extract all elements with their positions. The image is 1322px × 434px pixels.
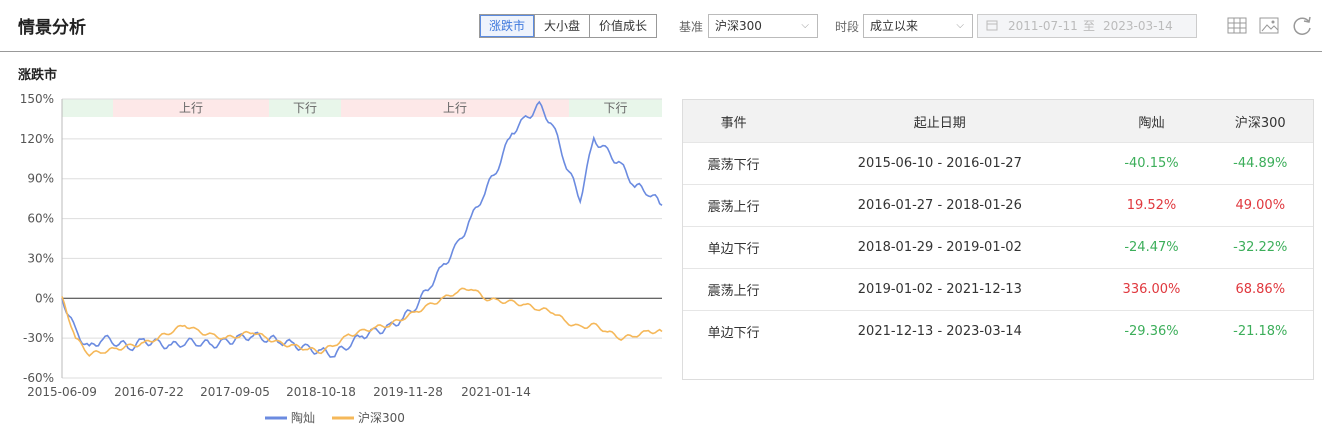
col-event: 事件: [683, 100, 785, 143]
y-tick-label: 0%: [35, 291, 54, 305]
cell-fund: -29.36%: [1095, 310, 1208, 352]
cell-date-range: 2015-06-10 - 2016-01-27: [784, 142, 1096, 185]
regime-band-label: 下行: [293, 101, 317, 115]
date-end[interactable]: 2023-03-14: [1103, 15, 1173, 37]
benchmark-label: 基准: [679, 20, 704, 34]
col-benchmark: 沪深300: [1207, 100, 1313, 143]
cell-benchmark: 68.86%: [1207, 268, 1313, 311]
table-header-row: 事件 起止日期 陶灿 沪深300: [683, 100, 1313, 143]
cell-benchmark: 49.00%: [1207, 184, 1313, 227]
x-tick-label: 2017-09-05: [200, 385, 270, 399]
y-tick-label: -30%: [23, 331, 54, 345]
x-tick-label: 2018-10-18: [286, 385, 356, 399]
cell-benchmark: -44.89%: [1207, 142, 1313, 185]
cell-fund: -24.47%: [1095, 226, 1208, 269]
y-tick-label: 90%: [27, 172, 54, 186]
cell-event: 震荡上行: [683, 184, 785, 227]
cell-date-range: 2021-12-13 - 2023-03-14: [784, 310, 1096, 352]
table-row: 震荡上行 2019-01-02 - 2021-12-13 336.00% 68.86%: [683, 268, 1313, 311]
cell-benchmark: -21.18%: [1207, 310, 1313, 352]
chevron-down-icon: ⌵: [956, 20, 964, 31]
cell-fund: 336.00%: [1095, 268, 1208, 311]
regime-band-label: 上行: [179, 101, 203, 115]
regime-band-label: 下行: [603, 101, 627, 115]
date-range-picker[interactable]: 2011-07-11 至 2023-03-14: [977, 14, 1197, 38]
cell-date-range: 2016-01-27 - 2018-01-26: [784, 184, 1096, 227]
date-separator: 至: [1083, 19, 1096, 33]
series-line-0: [61, 100, 663, 358]
cell-event: 单边下行: [683, 310, 785, 352]
table-export-icon[interactable]: [1226, 14, 1250, 38]
segment-value-growth[interactable]: 价值成长: [589, 15, 656, 37]
regime-band: [62, 99, 113, 117]
table-row: 单边下行 2021-12-13 - 2023-03-14 -29.36% -21.18…: [683, 310, 1313, 352]
cell-event: 单边下行: [683, 226, 785, 269]
col-date-range: 起止日期: [784, 100, 1096, 143]
x-tick-label: 2021-01-14: [461, 385, 531, 399]
regime-band-label: 上行: [443, 101, 467, 115]
x-tick-label: 2016-07-22: [114, 385, 184, 399]
image-export-icon[interactable]: [1258, 14, 1282, 38]
segment-size[interactable]: 大小盘: [534, 15, 589, 37]
y-tick-label: 30%: [27, 251, 54, 265]
y-tick-label: 150%: [20, 92, 54, 106]
benchmark-select[interactable]: 沪深300 ⌵: [708, 14, 818, 38]
table-row: 震荡上行 2016-01-27 - 2018-01-26 19.52% 49.00%: [683, 184, 1313, 227]
col-fund: 陶灿: [1095, 100, 1208, 143]
legend-label: 陶灿: [291, 410, 315, 425]
page-title: 情景分析: [18, 18, 86, 38]
x-tick-label: 2019-11-28: [373, 385, 443, 399]
cell-fund: -40.15%: [1095, 142, 1208, 185]
cell-date-range: 2019-01-02 - 2021-12-13: [784, 268, 1096, 311]
table-row: 单边下行 2018-01-29 - 2019-01-02 -24.47% -32.22…: [683, 226, 1313, 269]
period-value: 成立以来: [870, 19, 919, 33]
segment-up-down-market[interactable]: 涨跌市: [480, 15, 535, 37]
cell-date-range: 2018-01-29 - 2019-01-02: [784, 226, 1096, 269]
regime-table: 事件 起止日期 陶灿 沪深300 震荡下行 2015-06-10 - 2016-0…: [682, 99, 1314, 380]
cell-benchmark: -32.22%: [1207, 226, 1313, 269]
y-tick-label: 60%: [27, 212, 54, 226]
table-row: 震荡下行 2015-06-10 - 2016-01-27 -40.15% -44.89…: [683, 142, 1313, 185]
benchmark-value: 沪深300: [715, 19, 762, 33]
cell-event: 震荡上行: [683, 268, 785, 311]
date-start[interactable]: 2011-07-11: [1008, 15, 1078, 37]
legend-label: 沪深300: [358, 411, 405, 425]
header-bar: 情景分析 涨跌市 大小盘 价值成长 基准 沪深300 ⌵ 时段 成立以来 ⌵ 2…: [0, 0, 1322, 52]
period-label: 时段: [835, 20, 860, 34]
y-tick-label: -60%: [23, 371, 54, 385]
section-title: 涨跌市: [18, 68, 58, 83]
cell-fund: 19.52%: [1095, 184, 1208, 227]
period-select[interactable]: 成立以来 ⌵: [863, 14, 973, 38]
cell-event: 震荡下行: [683, 142, 785, 185]
market-type-segmented-control: 涨跌市 大小盘 价值成长: [479, 14, 658, 38]
refresh-icon[interactable]: [1290, 14, 1314, 38]
chevron-down-icon: ⌵: [801, 20, 809, 31]
calendar-icon: [986, 15, 998, 37]
x-tick-label: 2015-06-09: [27, 385, 97, 399]
y-tick-label: 120%: [20, 132, 54, 146]
up-down-market-chart: 上行 下行 上行 下行 150% 120% 90% 60% 30% 0% -30% -60% 201…: [20, 92, 663, 425]
